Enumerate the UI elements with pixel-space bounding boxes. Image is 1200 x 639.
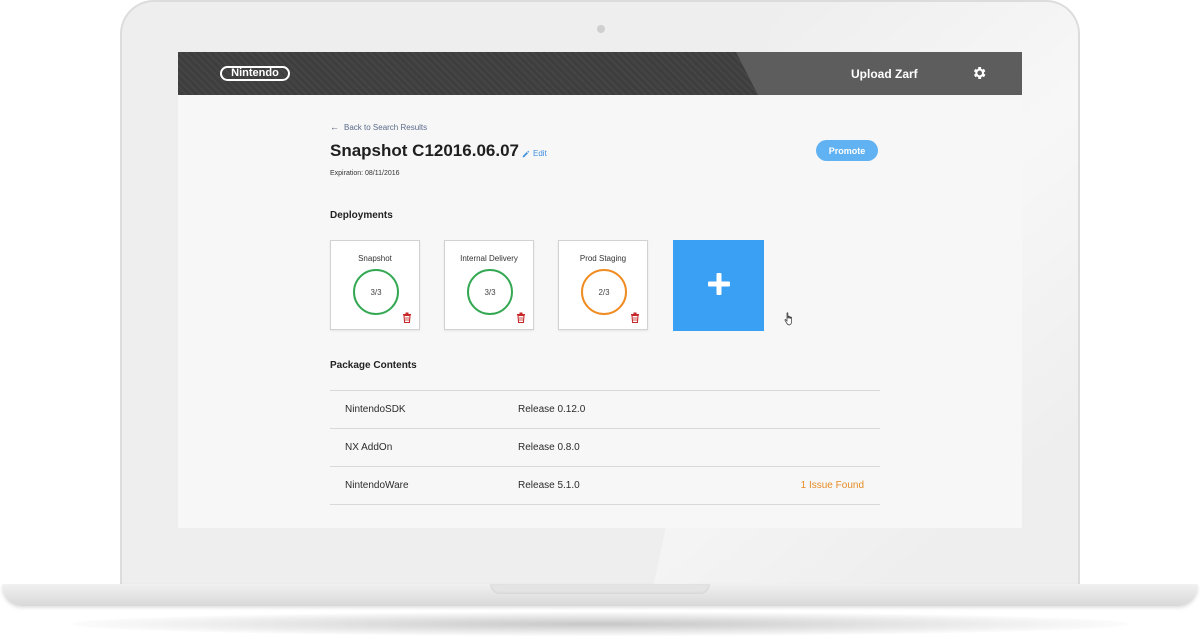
package-contents-heading: Package Contents: [330, 360, 417, 371]
gear-icon[interactable]: [971, 65, 987, 81]
issue-found-link[interactable]: 1 Issue Found: [801, 480, 864, 491]
deployment-status-ring: 3/3: [467, 269, 513, 315]
package-name: NintendoWare: [345, 480, 409, 491]
package-name: NintendoSDK: [345, 404, 406, 415]
webcam: [597, 25, 605, 33]
arrow-left-icon: ←: [330, 122, 339, 132]
pencil-icon: [522, 150, 530, 157]
hand-cursor-icon: [784, 312, 792, 326]
back-to-search-link[interactable]: ← Back to Search Results: [330, 122, 427, 132]
deployment-card-internal-delivery[interactable]: Internal Delivery 3/3: [444, 240, 534, 330]
deployment-card-snapshot[interactable]: Snapshot 3/3: [330, 240, 420, 330]
deployment-name: Internal Delivery: [460, 254, 518, 263]
table-row[interactable]: NintendoWare Release 5.1.0 1 Issue Found: [330, 467, 880, 505]
expiration-date: Expiration: 08/11/2016: [330, 170, 400, 177]
upload-zarf-link[interactable]: Upload Zarf: [851, 67, 918, 81]
package-version: Release 0.8.0: [518, 442, 580, 453]
trash-icon[interactable]: [402, 312, 412, 323]
deployment-name: Snapshot: [358, 254, 392, 263]
plus-icon: [707, 273, 730, 295]
back-link-label: Back to Search Results: [344, 122, 428, 132]
app-screen: Nintendo Upload Zarf ← Back to Search Re…: [178, 52, 1022, 528]
package-name: NX AddOn: [345, 442, 393, 453]
top-navigation-bar: Nintendo Upload Zarf: [178, 52, 1022, 95]
edit-link[interactable]: Edit: [522, 149, 547, 158]
package-version: Release 0.12.0: [518, 404, 586, 415]
table-row[interactable]: NX AddOn Release 0.8.0: [330, 429, 880, 467]
edit-label: Edit: [533, 149, 547, 158]
trash-icon[interactable]: [630, 312, 640, 323]
package-contents-table: NintendoSDK Release 0.12.0 NX AddOn Rele…: [330, 390, 880, 505]
laptop-notch: [490, 584, 710, 594]
package-version: Release 5.1.0: [518, 480, 580, 491]
table-row[interactable]: NintendoSDK Release 0.12.0: [330, 391, 880, 429]
promote-button[interactable]: Promote: [816, 140, 878, 161]
trash-icon[interactable]: [516, 312, 526, 323]
laptop-shadow: [70, 612, 1130, 636]
deployment-status-ring: 3/3: [353, 269, 399, 315]
page-title: Snapshot C12016.06.07: [330, 141, 519, 160]
nintendo-logo[interactable]: Nintendo: [220, 66, 290, 81]
add-deployment-button[interactable]: [673, 240, 764, 331]
deployment-name: Prod Staging: [579, 254, 627, 263]
deployment-status-ring: 2/3: [581, 269, 627, 315]
deployments-heading: Deployments: [330, 210, 393, 221]
deployment-card-prod-staging[interactable]: Prod Staging 2/3: [558, 240, 648, 330]
